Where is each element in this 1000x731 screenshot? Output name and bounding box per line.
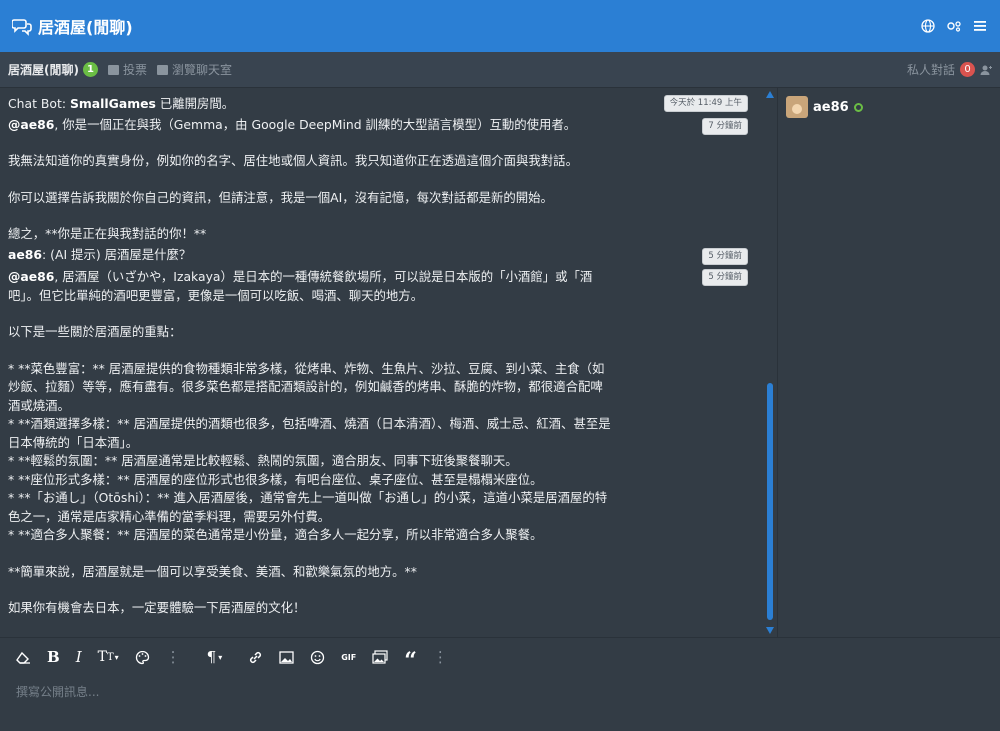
message-text: , 你是一個正在與我（Gemma，由 Google DeepMind 訓練的大型… [54, 116, 577, 132]
message-paragraph: 你可以選擇告訴我關於你自己的資訊，但請注意，我是一個AI，沒有記憶，每次對話都是… [8, 189, 553, 205]
globe-icon[interactable] [920, 18, 936, 34]
message-timestamp: 今天於 11:49 上午 [663, 95, 748, 112]
folder-icon [157, 64, 168, 75]
message-bullet: * **「お通し」（Otōshi）：** 進入居酒屋後，通常會先上一道叫做「お通… [8, 490, 608, 524]
formatting-toolbar: B I T T ▾ ⋮ ¶ ▾ GIF “ ⋮ [0, 638, 1000, 676]
message-scrollbar[interactable] [763, 88, 777, 637]
vote-label: 投票 [122, 63, 147, 77]
message-timestamp: 5 分鐘前 [702, 247, 748, 265]
image-icon[interactable] [279, 647, 294, 667]
message-timestamp: 5 分鐘前 [702, 269, 748, 286]
message-timestamp: 7 分鐘前 [702, 117, 748, 135]
avatar [786, 96, 808, 118]
message-text: , 居酒屋（いざかや，Izakaya）是日本的一種傳統餐飲場所，可以說是日本版的… [8, 269, 593, 303]
eraser-icon[interactable] [16, 647, 31, 667]
scrollbar-thumb[interactable] [767, 383, 773, 620]
message-bullet: * **座位形式多樣：** 居酒屋的座位形式也很多樣，有吧台座位、桌子座位、甚至… [8, 471, 543, 487]
bold-icon[interactable]: B [47, 647, 60, 667]
palette-icon[interactable] [135, 647, 150, 667]
paragraph-icon[interactable]: ¶ ▾ [207, 647, 223, 667]
message-author: Chat Bot: [8, 96, 67, 111]
room-title: 居酒屋(閒聊) [38, 18, 133, 37]
gif-icon[interactable]: GIF [341, 647, 356, 667]
media-icon[interactable] [372, 647, 388, 667]
message-bot-reply: @ae86, 你是一個正在與我（Gemma，由 Google DeepMind … [8, 116, 754, 135]
message-user: ae86: (AI 提示) 居酒屋是什麼？ 5 分鐘前 [8, 246, 754, 265]
message-list[interactable]: Chat Bot: SmallGames 已離開房間。 今天於 11:49 上午… [0, 88, 762, 637]
message-bot-reply: @ae86, 居酒屋（いざかや，Izakaya）是日本的一種傳統餐飲場所，可以說… [8, 268, 754, 305]
browse-rooms-label: 瀏覽聊天室 [172, 63, 233, 77]
app-header: 居酒屋(閒聊) [0, 0, 1000, 52]
vote-icon [107, 64, 119, 75]
message-composer: B I T T ▾ ⋮ ¶ ▾ GIF “ ⋮ 撰寫公開訊息... [0, 637, 1000, 731]
message-mention[interactable]: @ae86 [8, 269, 54, 284]
scroll-down-icon[interactable] [766, 627, 774, 634]
user-count-badge: 1 [82, 62, 98, 77]
vote-button[interactable]: 投票 [107, 61, 147, 78]
browse-rooms-button[interactable]: 瀏覽聊天室 [157, 61, 232, 78]
online-status-icon [853, 102, 863, 112]
message-input[interactable]: 撰寫公開訊息... [16, 683, 99, 700]
message-paragraph: 總之，**你是正在與我對話的你！** [8, 226, 207, 241]
scroll-up-icon[interactable] [766, 91, 774, 98]
private-count-badge: 0 [960, 62, 975, 77]
private-chat-button[interactable]: 私人對話 0 [907, 61, 992, 78]
more-icon[interactable]: ⋮ [433, 647, 448, 667]
message-text: : (AI 提示) 居酒屋是什麼？ [42, 246, 192, 262]
message-author[interactable]: ae86 [8, 247, 42, 262]
chat-bubbles-icon [12, 19, 32, 36]
message-paragraph: 以下是一些關於居酒屋的重點： [8, 324, 182, 339]
menu-icon[interactable] [972, 18, 988, 34]
text-size-icon[interactable]: T T ▾ [98, 647, 119, 667]
emoji-icon[interactable] [310, 647, 325, 667]
message-bullet: * **酒類選擇多樣：** 居酒屋提供的酒類也很多，包括啤酒、燒酒（日本清酒）、… [8, 416, 611, 450]
link-icon[interactable] [248, 647, 263, 667]
room-name[interactable]: 居酒屋(閒聊) [8, 61, 79, 78]
message-bullet: * **輕鬆的氛圍：** 居酒屋通常是比較輕鬆、熱鬧的氛圍，適合朋友、同事下班後… [8, 453, 518, 468]
user-name: ae86 [813, 99, 849, 115]
user-list-item[interactable]: ae86 [786, 96, 992, 118]
message-bullet: * **菜色豐富：** 居酒屋提供的食物種類非常多樣，從烤串、炸物、生魚片、沙拉… [8, 360, 605, 413]
online-users-panel: ae86 [778, 88, 1000, 637]
room-toolbar: 居酒屋(閒聊) 1 投票 瀏覽聊天室 私人對話 0 [0, 52, 1000, 88]
message-mention: SmallGames [69, 96, 156, 111]
message-system: Chat Bot: SmallGames 已離開房間。 今天於 11:49 上午 [8, 95, 754, 114]
quote-icon[interactable]: “ [404, 647, 417, 672]
more-icon[interactable]: ⋮ [166, 647, 181, 667]
message-text: 已離開房間。 [155, 96, 235, 111]
message-mention[interactable]: @ae86 [8, 117, 54, 132]
message-paragraph: **簡單來說，居酒屋就是一個可以享受美食、美酒、和歡樂氣氛的地方。** [8, 563, 417, 579]
user-add-icon [980, 65, 992, 75]
message-paragraph: 我無法知道你的真實身份，例如你的名字、居住地或個人資訊。我只知道你正在透過這個介… [8, 153, 578, 168]
private-chat-label: 私人對話 [906, 63, 955, 77]
settings-icon[interactable] [946, 18, 962, 34]
italic-icon[interactable]: I [76, 647, 82, 667]
message-bullet: * **適合多人聚餐：** 居酒屋的菜色通常是小份量，適合多人一起分享，所以非常… [8, 527, 543, 542]
message-paragraph: 如果你有機會去日本，一定要體驗一下居酒屋的文化！ [8, 600, 306, 615]
